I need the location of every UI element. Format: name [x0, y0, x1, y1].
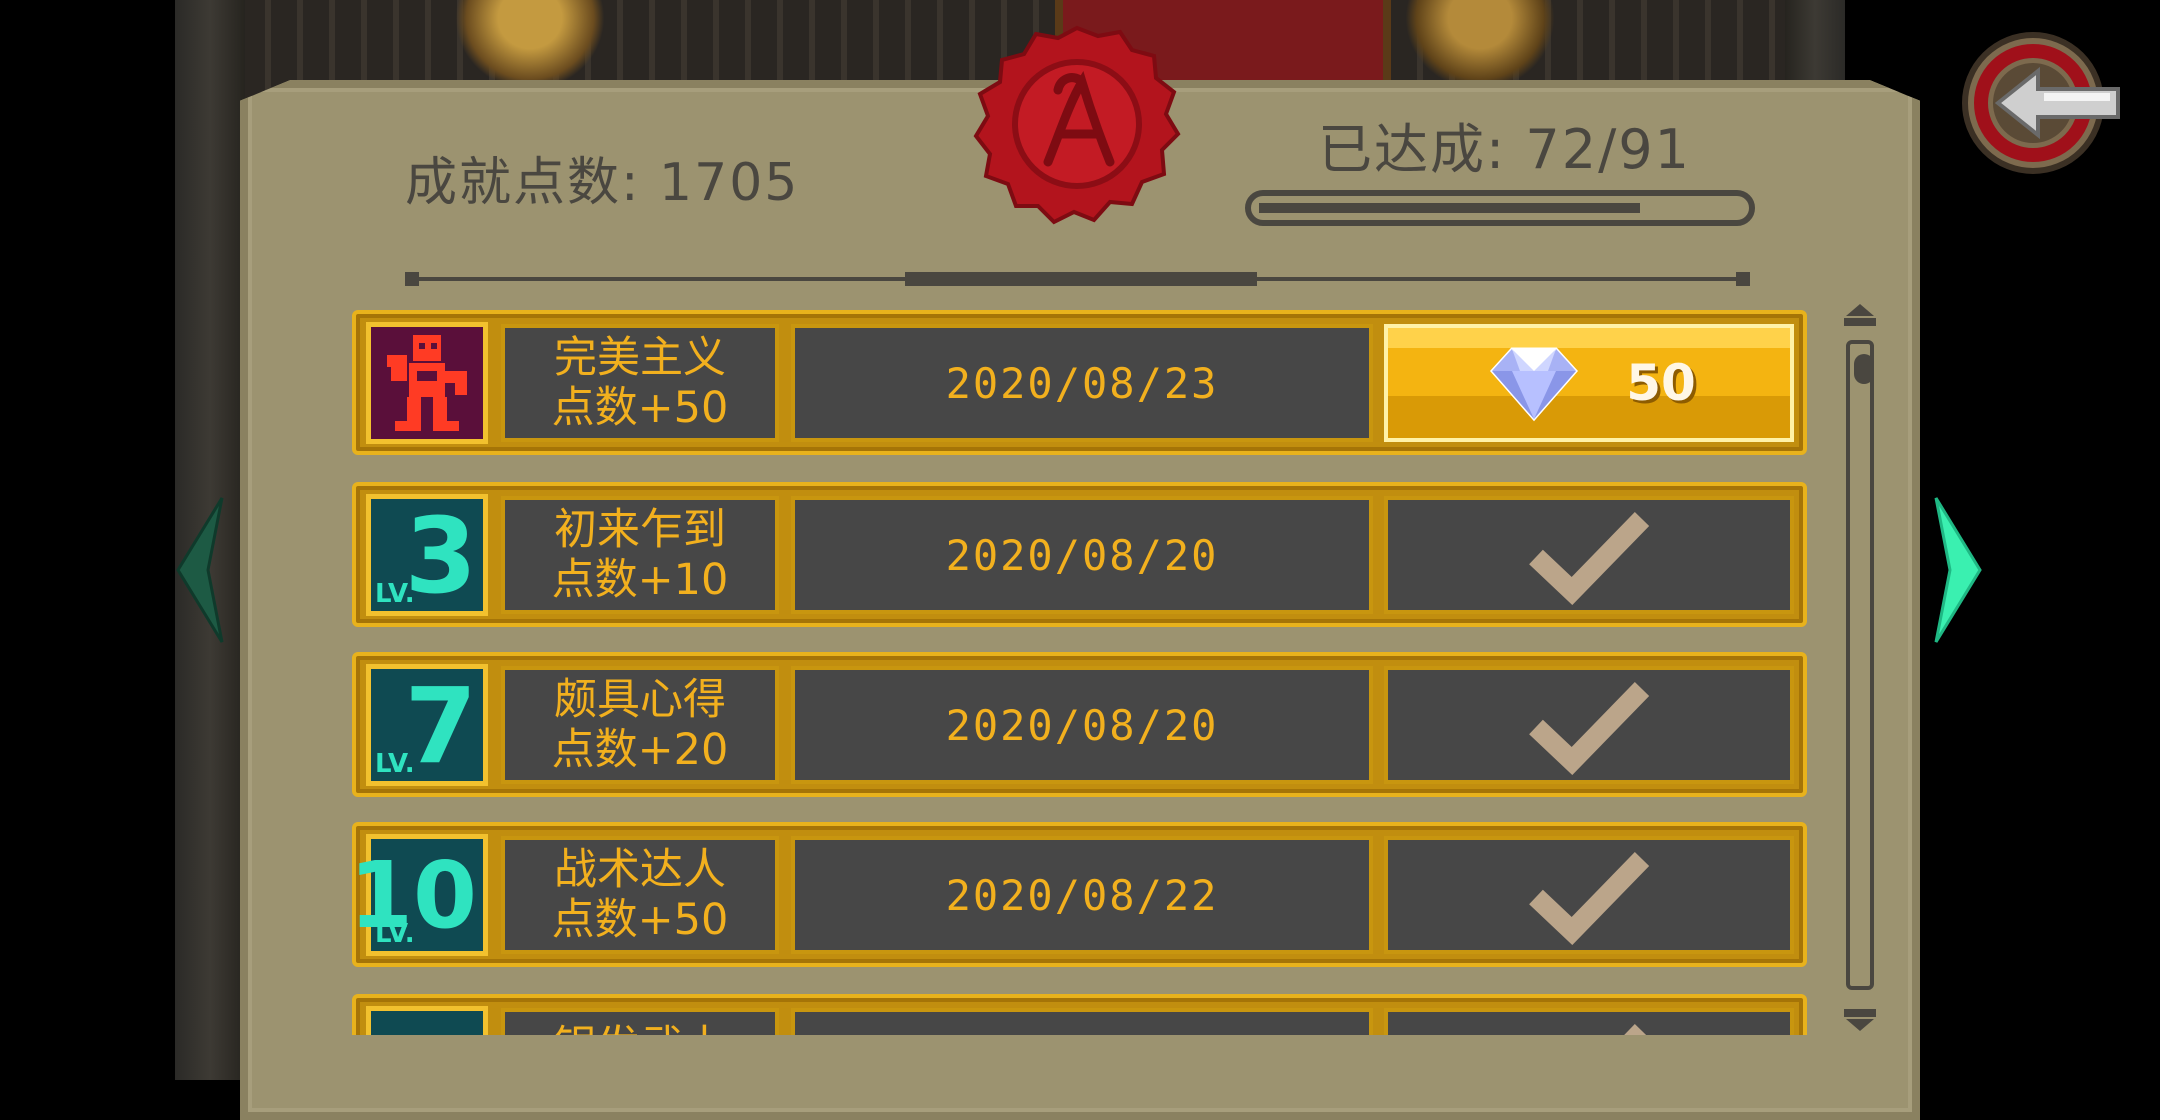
- checkmark-icon: [1529, 852, 1650, 945]
- divider-center-bar: [905, 272, 1257, 286]
- achievement-date: 2020/08/20: [791, 496, 1373, 614]
- scroll-cap-bottom-icon: [1844, 1009, 1876, 1031]
- achievement-title: 颇具心得: [554, 675, 726, 725]
- scroll-track[interactable]: [1846, 340, 1874, 990]
- diamond-icon: [1490, 347, 1579, 422]
- background-statue-right: [1405, 0, 1555, 90]
- checkmark-icon: [1529, 512, 1650, 605]
- background-statue-left: [455, 0, 605, 90]
- level-prefix: LV.: [375, 919, 415, 949]
- achievement-points-reward: 点数+50: [551, 895, 729, 945]
- achievement-points: 成就点数: 1705: [405, 153, 800, 213]
- reward-claimed-cell: [1384, 836, 1794, 954]
- achievement-progress-fill: [1259, 203, 1640, 213]
- achieved-count: 已达成: 72/91: [1318, 118, 1691, 181]
- reward-claimed-cell: [1384, 1008, 1794, 1035]
- achievement-row[interactable]: 3 LV. 初来乍到 点数+10 2020/08/20: [352, 482, 1807, 627]
- header-divider: [405, 272, 1750, 286]
- achievement-title: 完美主义: [554, 333, 726, 383]
- achievement-title-cell: 初来乍到 点数+10: [501, 496, 779, 614]
- achievement-row[interactable]: 银发武士: [352, 994, 1807, 1035]
- level-badge-icon: [366, 1006, 488, 1035]
- reward-claimed-cell: [1384, 496, 1794, 614]
- wax-seal-icon: [973, 25, 1181, 225]
- achievement-date: 2020/08/23: [791, 324, 1373, 442]
- achievement-title: 战术达人: [554, 845, 726, 895]
- achievement-list[interactable]: 完美主义 点数+50 2020/08/23 50 3 LV. 初来乍到 点数+1…: [352, 300, 1807, 1035]
- level-number: 3: [404, 495, 477, 617]
- achievement-points-reward: 点数+10: [551, 555, 729, 605]
- divider-dot-left: [405, 272, 419, 286]
- checkmark-icon: [1529, 682, 1650, 775]
- achievement-title-cell: 银发武士: [501, 1008, 779, 1035]
- achievement-progress-bar: [1245, 190, 1755, 226]
- perfect-icon: [366, 322, 488, 444]
- level-prefix: LV.: [375, 579, 415, 609]
- achievement-date: [791, 1008, 1373, 1035]
- achievement-title-cell: 战术达人 点数+50: [501, 836, 779, 954]
- achievement-title: 银发武士: [554, 1022, 726, 1035]
- back-arrow-icon[interactable]: [1958, 25, 2133, 180]
- achievement-points-reward: 点数+50: [551, 383, 729, 433]
- achievement-row[interactable]: 10 LV. 战术达人 点数+50 2020/08/22: [352, 822, 1807, 967]
- achievement-row[interactable]: 完美主义 点数+50 2020/08/23 50: [352, 310, 1807, 455]
- checkmark-icon: [1624, 1024, 1647, 1035]
- previous-page-arrow-icon[interactable]: [168, 490, 228, 650]
- achievement-date: 2020/08/22: [791, 836, 1373, 954]
- next-page-arrow-icon[interactable]: [1930, 490, 1990, 650]
- achievement-title-cell: 完美主义 点数+50: [501, 324, 779, 442]
- level-number: 7: [404, 665, 477, 787]
- list-scrollbar[interactable]: [1842, 300, 1878, 1035]
- level-badge-icon: 3 LV.: [366, 494, 488, 616]
- achievement-title-cell: 颇具心得 点数+20: [501, 666, 779, 784]
- reward-amount: 50: [1626, 354, 1696, 412]
- level-badge-icon: 7 LV.: [366, 664, 488, 786]
- achievement-date: 2020/08/20: [791, 666, 1373, 784]
- level-prefix: LV.: [375, 749, 415, 779]
- reward-claimed-cell: [1384, 666, 1794, 784]
- divider-dot-right: [1736, 272, 1750, 286]
- achievement-points-reward: 点数+20: [551, 725, 729, 775]
- scroll-cap-top-icon: [1844, 304, 1876, 326]
- achievement-title: 初来乍到: [554, 505, 726, 555]
- scroll-thumb[interactable]: [1854, 354, 1874, 384]
- claim-reward-button[interactable]: 50: [1384, 324, 1794, 442]
- achievement-row[interactable]: 7 LV. 颇具心得 点数+20 2020/08/20: [352, 652, 1807, 797]
- level-badge-icon: 10 LV.: [352, 834, 488, 956]
